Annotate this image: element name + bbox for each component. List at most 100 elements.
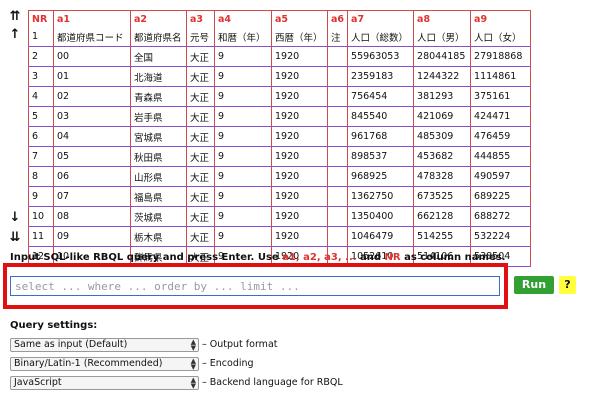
- table-cell: 08: [53, 206, 131, 227]
- table-cell: 注: [326, 27, 349, 47]
- table-cell: 756454: [347, 86, 415, 107]
- query-input[interactable]: [10, 276, 500, 296]
- table-cell: 1920: [271, 206, 328, 227]
- table-cell: 青森県: [130, 86, 187, 107]
- table-cell: 1920: [271, 146, 328, 167]
- scroll-down-button[interactable]: ↓: [4, 209, 26, 227]
- output-format-select[interactable]: Same as input (Default) ▲ ▼: [10, 338, 199, 352]
- table-cell: 1244322: [413, 66, 472, 87]
- table-cell: 栃木県: [130, 226, 187, 247]
- help-button[interactable]: ?: [559, 276, 576, 294]
- table-cell: 07: [53, 186, 131, 207]
- table-row: 7 05 秋田県 大正 9 1920 898537 453682 444855: [28, 146, 532, 167]
- table-cell: [326, 46, 349, 67]
- table-row: 5 03 岩手県 大正 9 1920 845540 421069 424471: [28, 106, 532, 127]
- table-cell: 大正: [186, 226, 215, 247]
- table-cell: 1046479: [347, 226, 415, 247]
- table-cell: 大正: [186, 206, 215, 227]
- table-cell: 2359183: [347, 66, 415, 87]
- query-instructions: Input SQL-like RBQL query and press Ente…: [10, 252, 505, 263]
- select-arrows-icon: ▲ ▼: [190, 357, 196, 371]
- table-cell: 大正: [186, 146, 215, 167]
- encoding-label: – Encoding: [202, 358, 254, 369]
- table-cell: 9: [214, 106, 272, 127]
- table-cell: [326, 86, 349, 107]
- table-cell: 688272: [470, 206, 532, 227]
- table-cell: [326, 186, 349, 207]
- table-cell: 01: [53, 66, 131, 87]
- instructions-and: and: [356, 252, 385, 263]
- table-cell: 5: [28, 106, 54, 127]
- table-cell: 全国: [130, 46, 187, 67]
- scroll-up-button[interactable]: ↑: [4, 26, 26, 44]
- table-cell: 1920: [271, 46, 328, 67]
- table-cell: 茨城県: [130, 206, 187, 227]
- table-cell: 02: [53, 86, 131, 107]
- table-cell: 375161: [470, 86, 532, 107]
- table-cell: 06: [53, 166, 131, 187]
- table-cell: 9: [214, 46, 272, 67]
- table-cell: 514255: [413, 226, 472, 247]
- table-cell: 7: [28, 146, 54, 167]
- encoding-value: Binary/Latin-1 (Recommended): [14, 358, 163, 369]
- instructions-columns: a1, a2, a3, ...: [282, 252, 357, 263]
- table-cell: 04: [53, 126, 131, 147]
- table-cell: 27918868: [470, 46, 532, 67]
- column-header-a9: a9: [470, 10, 532, 27]
- table-cell: 968925: [347, 166, 415, 187]
- table-cell: 北海道: [130, 66, 187, 87]
- table-cell: [326, 106, 349, 127]
- table-cell: 1920: [271, 66, 328, 87]
- table-row: 11 09 栃木県 大正 9 1920 1046479 514255 532224: [28, 226, 532, 247]
- table-cell: 和暦（年）: [214, 27, 272, 47]
- table-cell: 6: [28, 126, 54, 147]
- table-cell: 424471: [470, 106, 532, 127]
- table-cell: 9: [214, 86, 272, 107]
- table-cell: 大正: [186, 46, 215, 67]
- table-cell: 55963053: [347, 46, 415, 67]
- table-cell: 福島県: [130, 186, 187, 207]
- column-header-a2: a2: [130, 10, 187, 27]
- table-cell: 9: [214, 146, 272, 167]
- column-header-a4: a4: [214, 10, 272, 27]
- table-cell: 09: [53, 226, 131, 247]
- output-format-value: Same as input (Default): [14, 339, 128, 350]
- table-cell: 00: [53, 46, 131, 67]
- backend-language-select[interactable]: JavaScript ▲ ▼: [10, 376, 199, 390]
- select-arrows-icon: ▲ ▼: [190, 376, 196, 390]
- table-cell: 山形県: [130, 166, 187, 187]
- scroll-bottom-button[interactable]: ⇊: [4, 229, 26, 247]
- table-cell: 9: [214, 66, 272, 87]
- table-cell: 3: [28, 66, 54, 87]
- table-cell: 人口（男）: [413, 27, 472, 47]
- table-cell: [326, 166, 349, 187]
- table-cell: 1350400: [347, 206, 415, 227]
- table-cell: 478328: [413, 166, 472, 187]
- encoding-select[interactable]: Binary/Latin-1 (Recommended) ▲ ▼: [10, 357, 199, 371]
- table-cell: 1920: [271, 166, 328, 187]
- table-cell: 961768: [347, 126, 415, 147]
- table-cell: 9: [214, 126, 272, 147]
- column-header-a1: a1: [53, 10, 131, 27]
- select-arrows-icon: ▲ ▼: [190, 338, 196, 352]
- table-cell: 大正: [186, 66, 215, 87]
- settings-title: Query settings:: [10, 320, 98, 331]
- table-cell: 9: [214, 186, 272, 207]
- run-button[interactable]: Run: [514, 276, 554, 294]
- scroll-top-button[interactable]: ⇈: [4, 8, 26, 26]
- column-header-a6: a6: [326, 10, 349, 27]
- table-cell: 662128: [413, 206, 472, 227]
- table-row: 1 都道府県コード 都道府県名 元号 和暦（年） 西暦（年）注人口（総数） 人口（男） 人口（…: [28, 27, 532, 47]
- table-row: 2 00 全国 大正 9 1920 55963053 28044185 27918868: [28, 46, 532, 67]
- table-row: 10 08 茨城県 大正 9 1920 1350400 662128 688272: [28, 206, 532, 227]
- table-cell: 490597: [470, 166, 532, 187]
- table-cell: 9: [214, 166, 272, 187]
- instructions-nr: NR: [384, 252, 401, 263]
- table-row: 4 02 青森県 大正 9 1920 756454 381293 375161: [28, 86, 532, 107]
- table-cell: 西暦（年）: [271, 27, 328, 47]
- table-cell: [326, 206, 349, 227]
- table-cell: [326, 66, 349, 87]
- table-cell: [326, 226, 349, 247]
- output-format-label: – Output format: [202, 339, 278, 350]
- table-cell: 4: [28, 86, 54, 107]
